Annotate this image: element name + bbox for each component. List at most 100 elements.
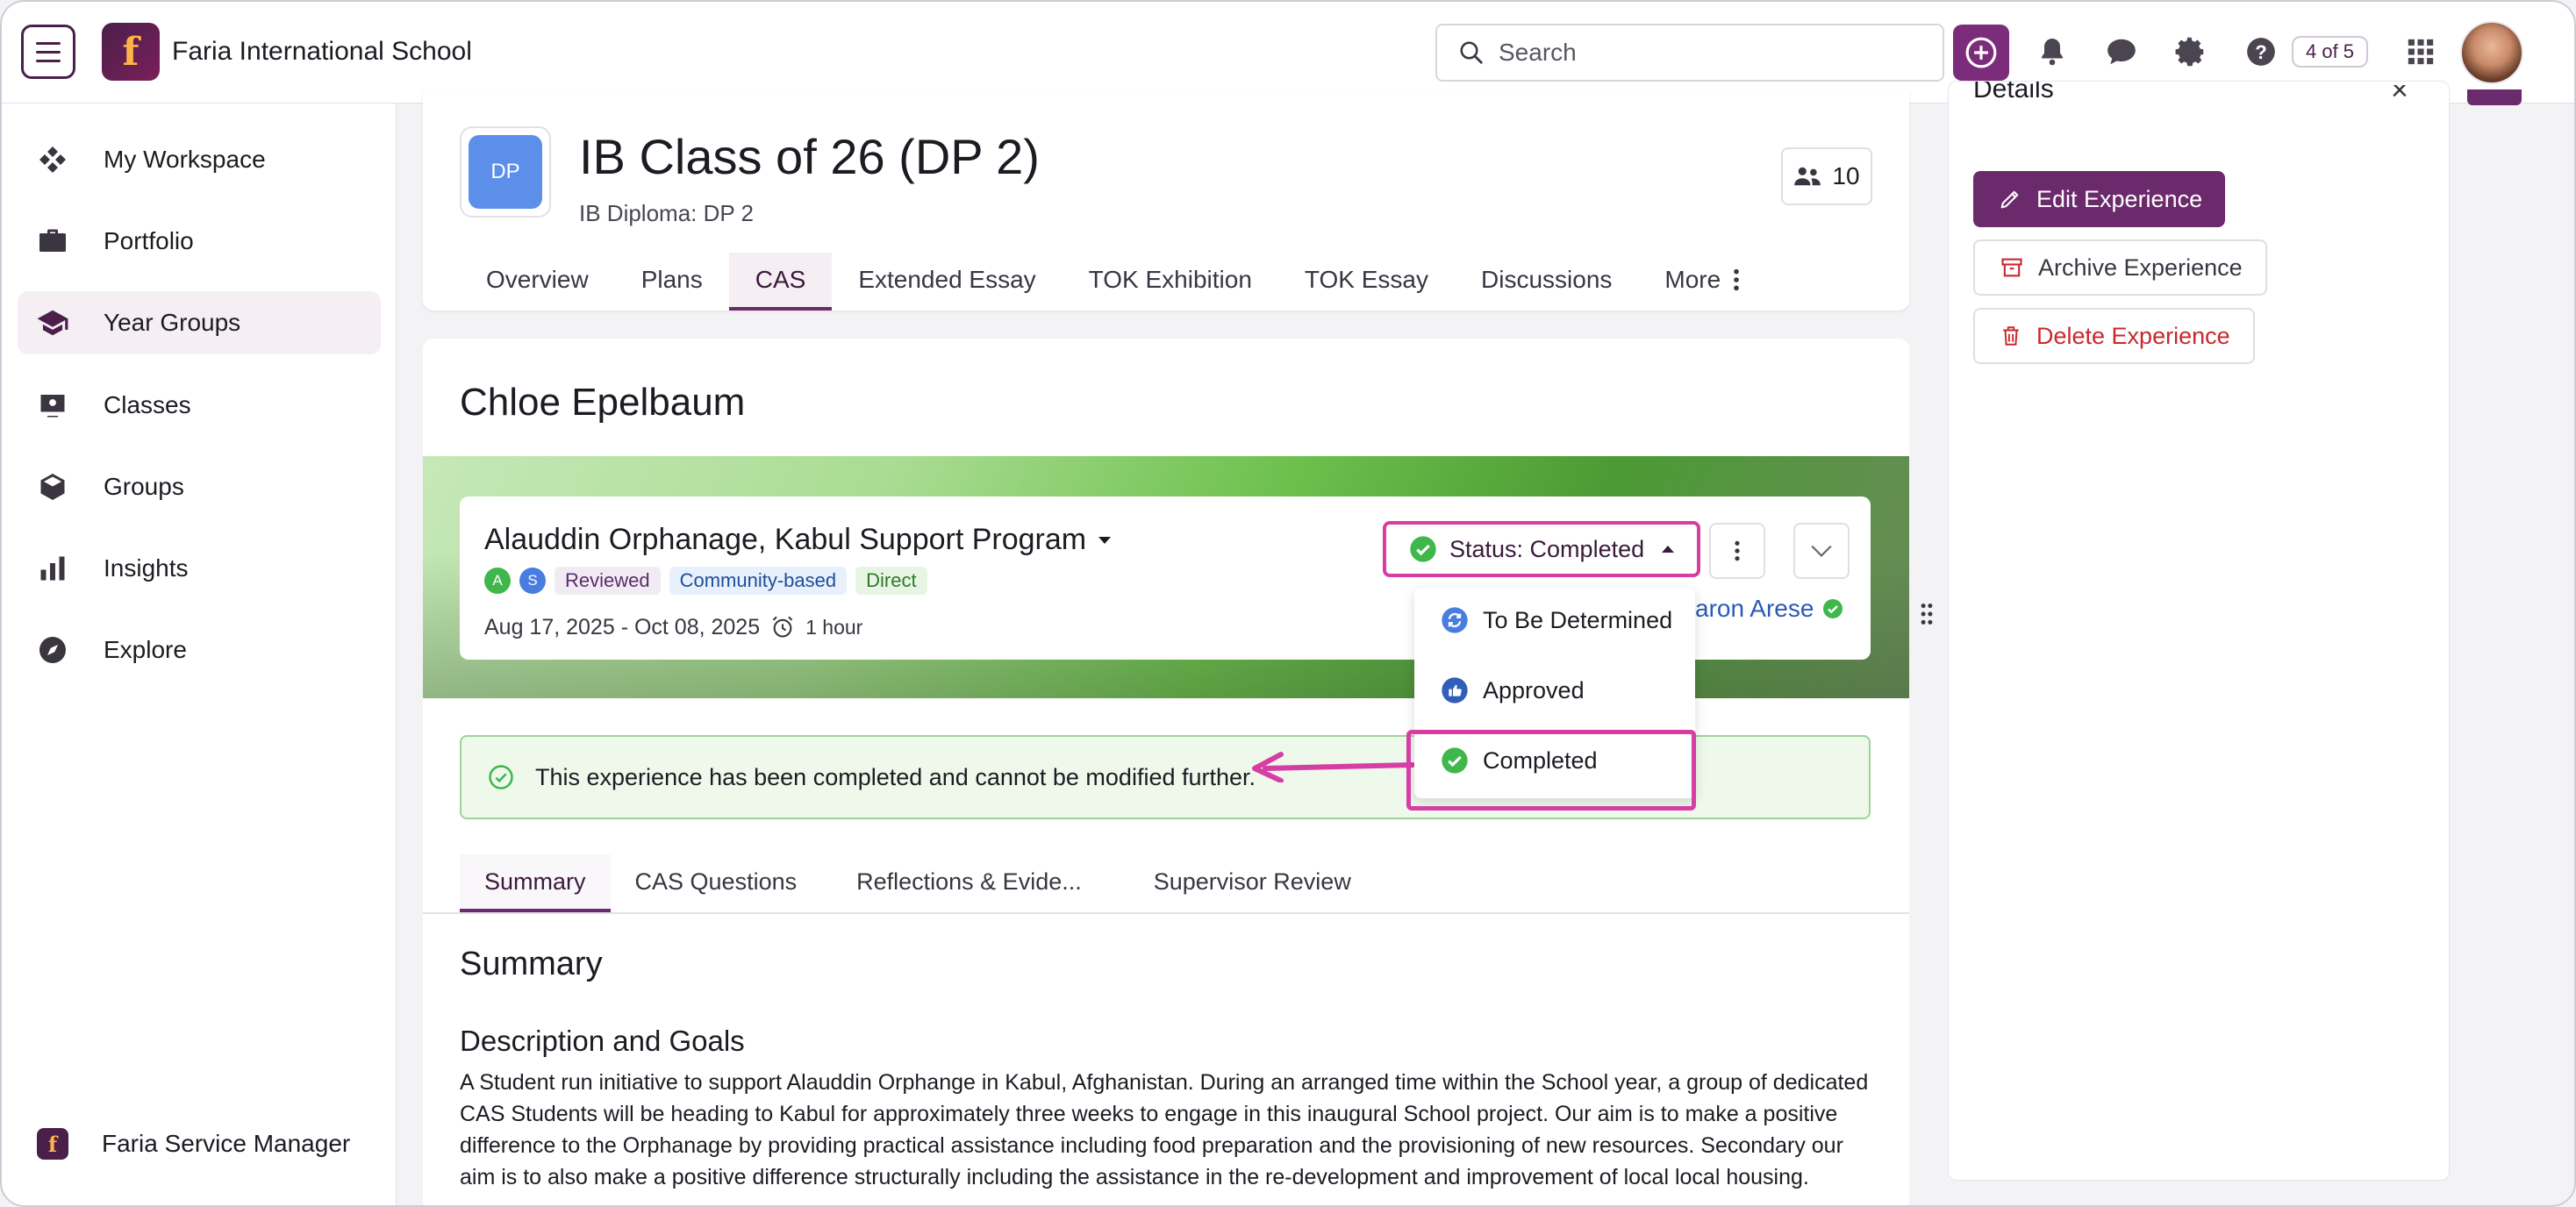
gear-icon [2175, 37, 2205, 67]
help-button[interactable]: ? [2241, 32, 2281, 72]
tab-extended-essay[interactable]: Extended Essay [832, 253, 1062, 311]
sidebar-item-insights[interactable]: Insights [18, 537, 381, 600]
activity-dot: A [484, 568, 511, 594]
experience-options-button[interactable] [1709, 523, 1765, 579]
sidebar-item-label: Insights [104, 554, 189, 582]
tab-more[interactable]: More [1638, 253, 1766, 311]
search-box[interactable] [1435, 24, 1944, 82]
faria-logo-icon: f [37, 1128, 68, 1160]
grid-icon [2408, 39, 2434, 65]
status-option-approved[interactable]: Approved [1414, 658, 1695, 723]
panel-resize-handle[interactable] [1920, 602, 1934, 631]
delete-experience-button[interactable]: Delete Experience [1973, 308, 2255, 364]
search-icon [1460, 41, 1483, 64]
user-avatar[interactable] [2460, 21, 2523, 84]
status-option-to-be-determined[interactable]: To Be Determined [1414, 588, 1695, 653]
plus-circle-icon [1965, 37, 1997, 68]
archive-icon [2001, 258, 2022, 277]
class-tabs: Overview Plans CAS Extended Essay TOK Ex… [460, 253, 1766, 311]
class-header: DP IB Class of 26 (DP 2) IB Diploma: DP … [423, 89, 1909, 311]
thumbs-up-icon [1442, 677, 1468, 703]
close-details-button[interactable]: × [2391, 85, 2408, 99]
more-vertical-icon [1735, 540, 1740, 561]
subtab-supervisor-review[interactable]: Supervisor Review [1129, 854, 1376, 912]
notifications-button[interactable] [2032, 32, 2072, 72]
more-vertical-icon [1734, 268, 1740, 291]
members-button[interactable]: 10 [1781, 147, 1872, 205]
sidebar-item-year-groups[interactable]: Year Groups [18, 291, 381, 354]
tab-tok-exhibition[interactable]: TOK Exhibition [1063, 253, 1278, 311]
tab-tok-essay[interactable]: TOK Essay [1278, 253, 1455, 311]
refresh-icon [1442, 607, 1468, 633]
tab-cas[interactable]: CAS [728, 253, 833, 311]
archive-experience-label: Archive Experience [2038, 254, 2243, 281]
right-rail [2458, 104, 2574, 1205]
tab-discussions[interactable]: Discussions [1455, 253, 1638, 311]
right-rail-tab[interactable] [2467, 89, 2522, 105]
trash-icon [2003, 326, 2019, 346]
status-label: Status: Completed [1449, 535, 1645, 562]
tab-overview[interactable]: Overview [460, 253, 615, 311]
settings-button[interactable] [2171, 32, 2211, 72]
edit-experience-label: Edit Experience [2036, 185, 2203, 212]
graduation-cap-icon [35, 305, 70, 340]
sidebar-item-groups[interactable]: Groups [18, 455, 381, 518]
class-badge-label: DP [469, 135, 542, 209]
service-dot: S [519, 568, 546, 594]
class-badge: DP [460, 126, 551, 218]
tag-community-based: Community-based [669, 567, 848, 595]
supervisor-name: aron Arese [1695, 595, 1814, 622]
subtab-reflections-evidence[interactable]: Reflections & Evide... [832, 854, 1106, 912]
experience-subtabs: Summary CAS Questions Reflections & Evid… [460, 854, 1376, 912]
subtab-summary[interactable]: Summary [460, 854, 611, 912]
check-circle-icon [1410, 536, 1436, 562]
faria-service-manager-link[interactable]: f Faria Service Manager [37, 1128, 350, 1160]
users-icon [1794, 167, 1821, 186]
details-panel: Details × Edit Experience Archive Experi… [1948, 81, 2450, 1181]
apps-button[interactable] [2401, 32, 2441, 72]
pencil-icon [2000, 190, 2019, 209]
page-title: IB Class of 26 (DP 2) [579, 129, 1040, 184]
search-input[interactable] [1499, 39, 1920, 67]
description-heading: Description and Goals [460, 1025, 745, 1057]
verified-icon [1823, 599, 1843, 618]
experience-tags: A S Reviewed Community-based Direct [484, 567, 927, 595]
help-icon: ? [2247, 38, 2275, 66]
supervisor-link[interactable]: aron Arese [1695, 595, 1843, 623]
edit-experience-button[interactable]: Edit Experience [1973, 171, 2226, 227]
menu-button[interactable] [21, 25, 75, 79]
subtab-divider [423, 912, 1909, 914]
summary-heading: Summary [460, 946, 603, 982]
expand-button[interactable] [1793, 523, 1850, 579]
experience-dates: Aug 17, 2025 - Oct 08, 2025 1 hour [484, 614, 862, 640]
messages-button[interactable] [2101, 32, 2142, 72]
sidebar-item-classes[interactable]: Classes [18, 374, 381, 437]
classes-icon [35, 388, 70, 423]
tag-direct: Direct [855, 567, 927, 595]
status-dropdown-button[interactable]: Status: Completed [1383, 521, 1700, 577]
status-option-label: Approved [1483, 676, 1585, 703]
page-counter[interactable]: 4 of 5 [2292, 36, 2369, 68]
school-logo[interactable]: f [102, 23, 160, 81]
sidebar-item-my-workspace[interactable]: My Workspace [18, 128, 381, 191]
tab-more-label: More [1664, 266, 1721, 293]
status-menu: To Be Determined Approved Completed [1414, 588, 1695, 798]
duration: 1 hour [805, 615, 863, 639]
sidebar-item-explore[interactable]: Explore [18, 618, 381, 682]
tab-plans[interactable]: Plans [615, 253, 729, 311]
status-option-completed[interactable]: Completed [1414, 728, 1695, 793]
sidebar-item-label: My Workspace [104, 146, 266, 173]
sidebar-item-portfolio[interactable]: Portfolio [18, 210, 381, 273]
archive-experience-button[interactable]: Archive Experience [1973, 239, 2267, 296]
chat-bubble-icon [2107, 39, 2136, 65]
experience-title-button[interactable]: Alauddin Orphanage, Kabul Support Progra… [484, 523, 1112, 557]
sidebar: My Workspace Portfolio Year Groups Class… [2, 104, 397, 1205]
bar-chart-icon [35, 551, 70, 586]
app-window: f Faria International School ? 4 of 5 [0, 0, 2576, 1207]
subtab-cas-questions[interactable]: CAS Questions [611, 854, 822, 912]
create-button[interactable] [1953, 25, 2009, 81]
experience-panel: Chloe Epelbaum Alauddin Orphanage, Kabul… [423, 339, 1909, 1205]
status-option-label: Completed [1483, 746, 1598, 774]
student-name: Chloe Epelbaum [460, 381, 746, 424]
experience-title: Alauddin Orphanage, Kabul Support Progra… [484, 523, 1087, 556]
